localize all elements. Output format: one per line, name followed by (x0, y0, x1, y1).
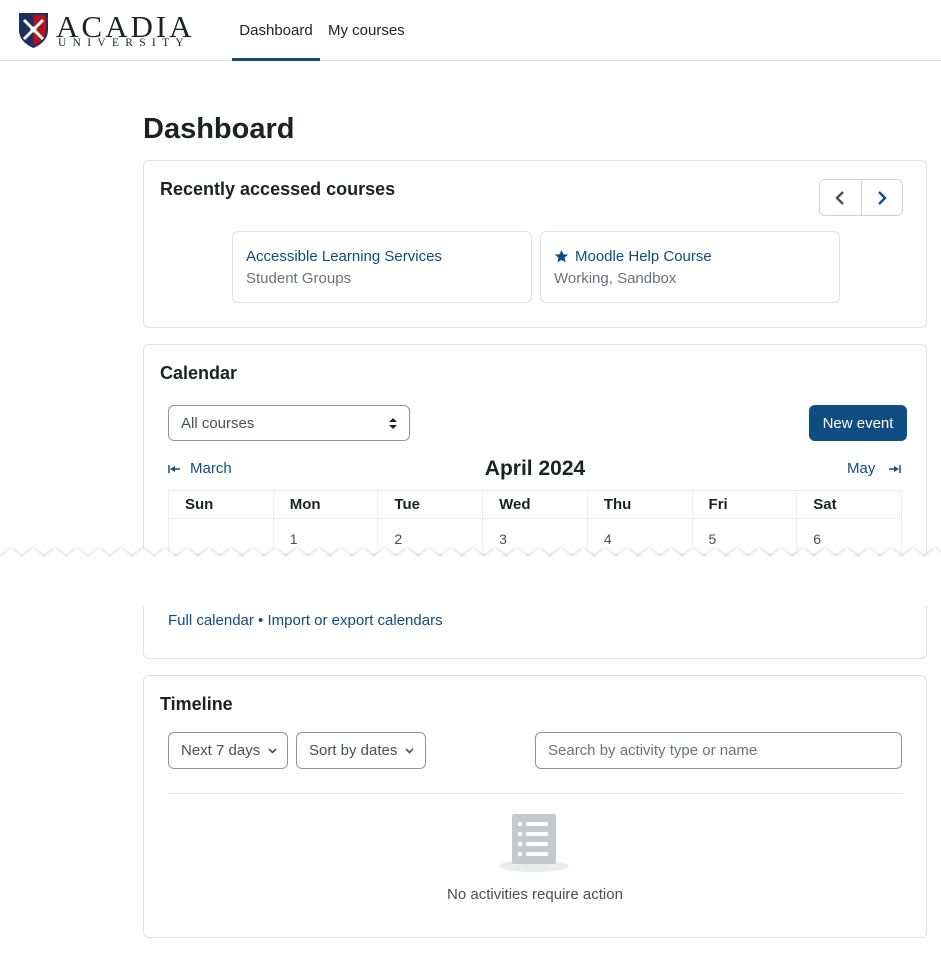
previous-button[interactable] (820, 180, 862, 215)
calendar-block: Calendar All courses New event March Apr… (143, 344, 927, 659)
divider (168, 793, 902, 794)
empty-activities-icon (499, 814, 569, 872)
month-title: April 2024 (484, 457, 586, 480)
sort-dropdown[interactable]: Sort by dates (296, 732, 426, 769)
course-filter-select[interactable]: All courses (168, 405, 410, 441)
course-card[interactable]: Accessible Learning Services Student Gro… (232, 231, 532, 303)
block-title: Calendar (160, 363, 238, 383)
empty-state-message: No activities require action (447, 886, 623, 903)
weekday-header-row: Sun Mon Tue Wed Thu Fri Sat (168, 490, 902, 519)
course-card[interactable]: Moodle Help Course Working, Sandbox (540, 231, 840, 303)
shield-logo-icon (19, 13, 48, 48)
chevron-right-icon (877, 190, 887, 205)
link-separator: • (253, 612, 268, 629)
block-title: Timeline (160, 694, 233, 714)
weekday-header: Tue (377, 490, 484, 519)
activity-search-input[interactable] (535, 732, 902, 769)
recently-accessed-courses-block: Recently accessed courses Accessible Lea… (143, 160, 927, 328)
course-name-link[interactable]: Accessible Learning Services (246, 248, 442, 265)
chevron-left-icon (835, 190, 845, 205)
torn-edge-divider (0, 548, 941, 606)
weekday-header: Thu (586, 490, 693, 519)
page-title: Dashboard (143, 113, 295, 145)
course-category: Working, Sandbox (554, 270, 677, 287)
acadia-logo[interactable]: ACADIA UNIVERSITY (18, 9, 193, 50)
select-updown-icon (389, 418, 397, 429)
nav-my-courses[interactable]: My courses (328, 0, 405, 61)
course-name-link[interactable]: Moodle Help Course (575, 248, 712, 265)
import-export-calendars-link[interactable]: Import or export calendars (267, 612, 442, 629)
course-category: Student Groups (246, 270, 352, 287)
weekday-header: Mon (272, 490, 379, 519)
logo-subtitle: UNIVERSITY (58, 37, 190, 49)
day-range-dropdown[interactable]: Next 7 days (168, 732, 288, 769)
next-month-link[interactable]: May (847, 460, 902, 477)
new-event-button[interactable]: New event (809, 405, 907, 441)
sort-value: Sort by dates (309, 742, 398, 759)
star-icon (554, 249, 569, 263)
weekday-header: Sat (796, 490, 902, 519)
course-paging-controls (819, 179, 903, 216)
full-calendar-link[interactable]: Full calendar (168, 612, 254, 629)
chevron-down-icon (268, 747, 277, 754)
top-navbar: ACADIA UNIVERSITY Dashboard My courses (0, 0, 941, 61)
weekday-header: Wed (482, 490, 588, 519)
timeline-block: Timeline Next 7 days Sort by dates No ac… (143, 675, 927, 938)
weekday-header: Fri (691, 490, 798, 519)
arrow-right-icon (889, 464, 902, 473)
calendar-footer-links: Full calendar • Import or export calenda… (168, 612, 443, 629)
course-filter-value: All courses (181, 414, 255, 432)
next-button[interactable] (862, 180, 903, 215)
chevron-down-icon (405, 747, 414, 754)
nav-dashboard[interactable]: Dashboard (232, 0, 320, 61)
weekday-header: Sun (168, 490, 274, 519)
next-month-label: May (847, 460, 876, 477)
day-range-value: Next 7 days (181, 742, 261, 759)
block-title: Recently accessed courses (160, 179, 396, 199)
